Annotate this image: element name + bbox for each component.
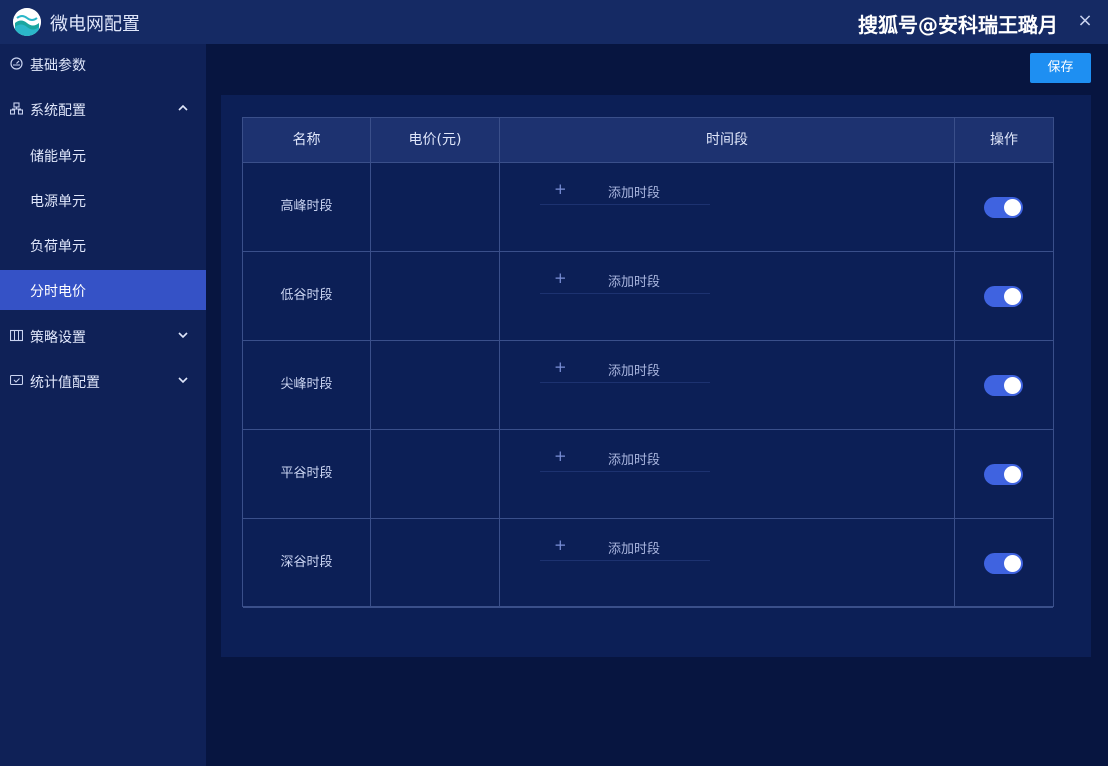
add-period-label: 添加时段 bbox=[608, 186, 661, 201]
chevron-up-icon bbox=[178, 104, 188, 111]
column-divider bbox=[370, 118, 371, 606]
enable-toggle[interactable] bbox=[984, 197, 1023, 218]
plus-icon: + bbox=[554, 358, 567, 376]
add-period-label: 添加时段 bbox=[608, 542, 661, 557]
period-name: 尖峰时段 bbox=[280, 377, 333, 392]
sidebar-item-label: 系统配置 bbox=[30, 103, 86, 119]
app-title: 微电网配置 bbox=[50, 14, 140, 35]
close-button[interactable]: × bbox=[1074, 9, 1096, 33]
add-period-label: 添加时段 bbox=[608, 364, 661, 379]
enable-toggle[interactable] bbox=[984, 286, 1023, 307]
toggle-knob bbox=[1004, 199, 1021, 216]
column-divider bbox=[954, 118, 955, 606]
toggle-knob bbox=[1004, 288, 1021, 305]
chevron-down-icon bbox=[178, 377, 188, 384]
sidebar-item-tou-pricing[interactable]: 分时电价 bbox=[0, 270, 206, 310]
enable-toggle[interactable] bbox=[984, 464, 1023, 485]
shield-icon bbox=[10, 374, 23, 386]
column-header-price: 电价(元) bbox=[408, 132, 462, 148]
toggle-knob bbox=[1004, 555, 1021, 572]
chevron-down-icon bbox=[178, 332, 188, 339]
sidebar-item-label: 分时电价 bbox=[30, 284, 86, 300]
period-name: 高峰时段 bbox=[280, 199, 333, 214]
period-name: 平谷时段 bbox=[280, 466, 333, 481]
toggle-knob bbox=[1004, 466, 1021, 483]
column-header-name: 名称 bbox=[292, 132, 321, 148]
sidebar-item-stats-config[interactable]: 统计值配置 bbox=[0, 361, 206, 401]
sidebar-item-strategy-settings[interactable]: 策略设置 bbox=[0, 316, 206, 356]
add-period-button[interactable]: + 添加时段 bbox=[540, 355, 710, 383]
table-row: 尖峰时段 + 添加时段 bbox=[243, 341, 1053, 430]
sidebar: 基础参数 系统配置 储能单元 电源单元 负荷单元 分时电价 策略设置 统计值配置 bbox=[0, 44, 206, 766]
table-row: 低谷时段 + 添加时段 bbox=[243, 252, 1053, 341]
add-period-button[interactable]: + 添加时段 bbox=[540, 177, 710, 205]
table-row: 平谷时段 + 添加时段 bbox=[243, 430, 1053, 519]
plus-icon: + bbox=[554, 447, 567, 465]
plus-icon: + bbox=[554, 180, 567, 198]
add-period-label: 添加时段 bbox=[608, 275, 661, 290]
add-period-button[interactable]: + 添加时段 bbox=[540, 266, 710, 294]
tou-price-table: 名称 电价(元) 时间段 操作 高峰时段 + 添加时段 低谷时段 + 添加时段 … bbox=[242, 117, 1054, 608]
sidebar-item-label: 电源单元 bbox=[30, 194, 86, 210]
sidebar-item-label: 基础参数 bbox=[30, 58, 86, 74]
app-logo-icon bbox=[13, 8, 41, 36]
sidebar-item-power-unit[interactable]: 电源单元 bbox=[0, 180, 206, 220]
table-header: 名称 电价(元) 时间段 操作 bbox=[243, 118, 1053, 163]
plus-icon: + bbox=[554, 536, 567, 554]
gauge-icon bbox=[10, 57, 23, 70]
sidebar-item-label: 统计值配置 bbox=[30, 375, 100, 391]
add-period-label: 添加时段 bbox=[608, 453, 661, 468]
period-name: 深谷时段 bbox=[280, 555, 333, 570]
enable-toggle[interactable] bbox=[984, 375, 1023, 396]
title-bar: 微电网配置 搜狐号@安科瑞王璐月 × bbox=[0, 0, 1108, 44]
table-row: 高峰时段 + 添加时段 bbox=[243, 163, 1053, 252]
sidebar-item-storage-unit[interactable]: 储能单元 bbox=[0, 135, 206, 175]
sidebar-item-system-config[interactable]: 系统配置 bbox=[0, 89, 206, 129]
sidebar-item-load-unit[interactable]: 负荷单元 bbox=[0, 225, 206, 265]
sidebar-item-basic-params[interactable]: 基础参数 bbox=[0, 44, 206, 84]
enable-toggle[interactable] bbox=[984, 553, 1023, 574]
period-name: 低谷时段 bbox=[280, 288, 333, 303]
sidebar-item-label: 负荷单元 bbox=[30, 239, 86, 255]
grid-icon bbox=[10, 329, 23, 342]
plus-icon: + bbox=[554, 269, 567, 287]
sidebar-item-label: 策略设置 bbox=[30, 330, 86, 346]
column-divider bbox=[499, 118, 500, 606]
toggle-knob bbox=[1004, 377, 1021, 394]
table-row: 深谷时段 + 添加时段 bbox=[243, 519, 1053, 608]
sidebar-item-label: 储能单元 bbox=[30, 149, 86, 165]
column-header-action: 操作 bbox=[990, 132, 1018, 148]
save-button[interactable]: 保存 bbox=[1030, 53, 1091, 83]
watermark-text: 搜狐号@安科瑞王璐月 bbox=[858, 13, 1058, 37]
add-period-button[interactable]: + 添加时段 bbox=[540, 444, 710, 472]
column-header-time-period: 时间段 bbox=[706, 132, 748, 148]
network-icon bbox=[10, 102, 23, 115]
add-period-button[interactable]: + 添加时段 bbox=[540, 533, 710, 561]
